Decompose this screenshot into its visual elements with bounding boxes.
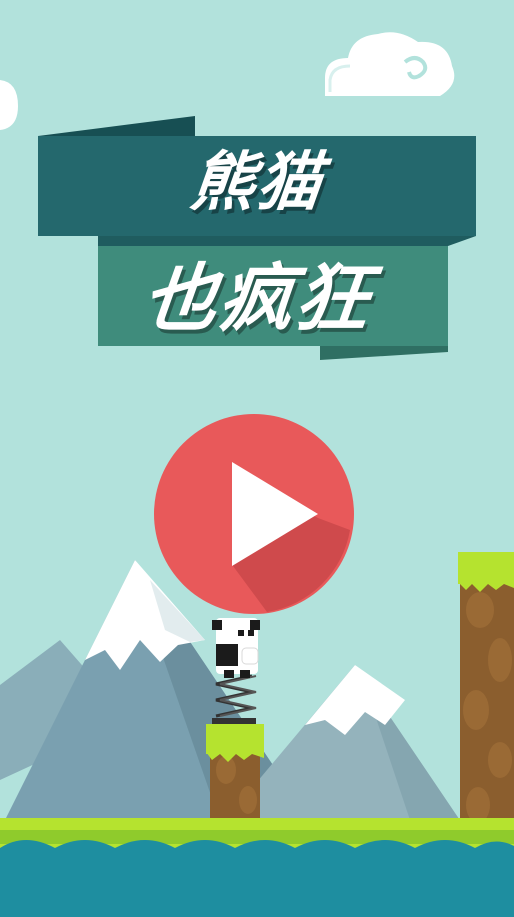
- right-pillar: [458, 552, 514, 848]
- title-line-1: 熊猫: [187, 146, 327, 220]
- play-button[interactable]: [154, 414, 354, 614]
- game-start-screen: 熊猫 也疯狂: [0, 0, 514, 917]
- panda-character: [212, 618, 260, 678]
- water: [0, 840, 514, 917]
- title-line-2: 也疯狂: [138, 256, 376, 342]
